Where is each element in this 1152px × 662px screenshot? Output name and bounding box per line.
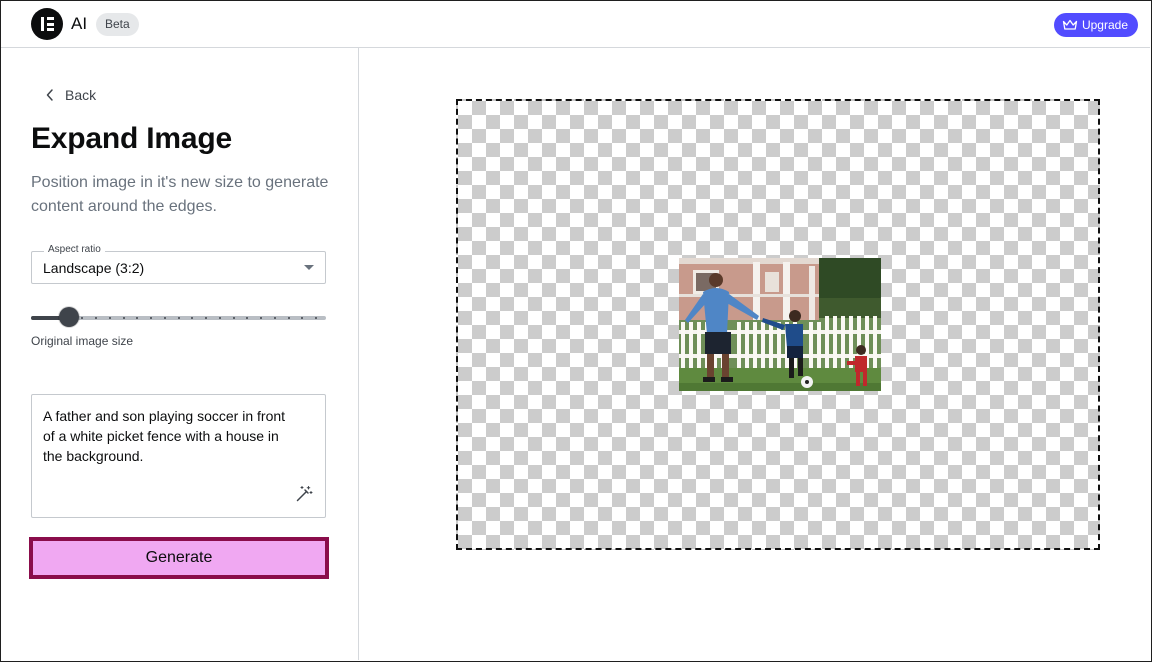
canvas-area bbox=[359, 48, 1150, 660]
aspect-ratio-label: Aspect ratio bbox=[44, 244, 105, 255]
aspect-ratio-select[interactable]: Aspect ratio Landscape (3:2) bbox=[31, 244, 326, 284]
slider-tick bbox=[315, 317, 317, 319]
slider-tick bbox=[205, 317, 207, 319]
slider-tick bbox=[163, 317, 166, 319]
upgrade-label: Upgrade bbox=[1081, 18, 1128, 32]
sidebar-panel: Back Expand Image Position image in it's… bbox=[1, 48, 359, 660]
top-bar: AI Beta Upgrade bbox=[1, 1, 1150, 48]
crown-icon bbox=[1062, 19, 1078, 30]
page-title: Expand Image bbox=[31, 122, 232, 155]
upgrade-button[interactable]: Upgrade bbox=[1053, 13, 1138, 37]
slider-tick bbox=[95, 317, 97, 319]
page-subtitle: Position image in it's new size to gener… bbox=[31, 174, 329, 215]
slider-tick bbox=[122, 317, 125, 319]
slider-tick bbox=[260, 317, 262, 319]
back-label: Back bbox=[65, 87, 97, 103]
photo-father-son-soccer bbox=[679, 258, 881, 391]
back-button[interactable]: Back bbox=[45, 87, 96, 103]
expand-canvas[interactable] bbox=[456, 99, 1100, 550]
slider-tick bbox=[150, 317, 152, 319]
aspect-ratio-value: Landscape (3:2) bbox=[43, 260, 145, 276]
chevron-left-icon bbox=[46, 89, 53, 101]
elementor-logo-icon bbox=[31, 8, 63, 40]
slider-tick bbox=[53, 317, 56, 319]
slider-tick bbox=[273, 317, 276, 319]
prompt-text: A father and son playing soccer in front… bbox=[43, 408, 286, 464]
slider-tick bbox=[232, 317, 235, 319]
slider-tick bbox=[287, 317, 290, 319]
slider-caption: Original image size bbox=[31, 334, 134, 348]
slider-thumb[interactable] bbox=[58, 307, 79, 327]
slider-tick bbox=[218, 317, 221, 319]
generate-button[interactable]: Generate bbox=[29, 537, 329, 579]
app-name: AI bbox=[71, 14, 88, 33]
beta-badge: Beta bbox=[96, 13, 139, 36]
prompt-textarea[interactable]: A father and son playing soccer in front… bbox=[31, 394, 326, 518]
slider-tick bbox=[177, 317, 180, 319]
original-image[interactable] bbox=[679, 258, 881, 391]
image-size-slider[interactable] bbox=[31, 307, 326, 329]
slider-tick bbox=[40, 317, 42, 319]
slider-tick bbox=[108, 317, 111, 319]
caret-down-icon bbox=[304, 265, 314, 270]
magic-wand-icon[interactable] bbox=[295, 485, 313, 503]
